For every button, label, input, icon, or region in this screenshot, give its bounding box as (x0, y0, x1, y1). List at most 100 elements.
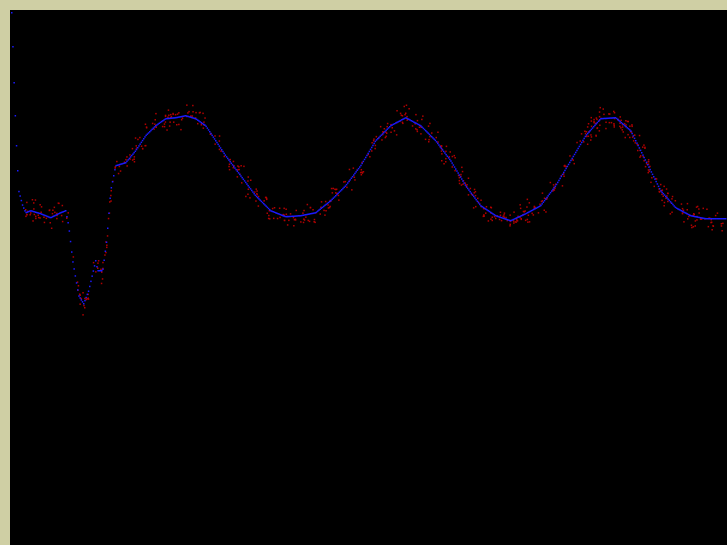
sample-point (236, 176, 239, 178)
sample-point (293, 225, 295, 227)
sample-point (503, 214, 505, 216)
sample-point (519, 204, 521, 206)
sample-point (313, 218, 316, 221)
sample-point (133, 158, 135, 160)
fit-point (649, 168, 651, 171)
fit-point (464, 184, 467, 186)
fit-point (541, 203, 543, 205)
fit-point (463, 182, 465, 184)
sample-point (620, 127, 622, 129)
sample-point (466, 184, 468, 186)
sample-point (164, 121, 167, 123)
fit-point (629, 129, 631, 131)
fit-point (477, 202, 480, 204)
sample-point (625, 120, 627, 122)
fit-point (347, 182, 349, 184)
fit-point (462, 180, 464, 182)
sample-point (503, 212, 506, 214)
fit-point (467, 187, 469, 190)
sample-point (283, 207, 285, 210)
sample-point (552, 190, 554, 192)
sample-point (167, 109, 170, 111)
sample-point (383, 128, 386, 130)
fit-point (75, 282, 78, 284)
sample-point (596, 118, 598, 121)
sample-point (180, 119, 183, 121)
sample-point (549, 181, 552, 184)
fit-point (128, 157, 131, 160)
sample-point (590, 139, 592, 141)
sample-point (273, 217, 275, 220)
sample-point (82, 292, 84, 294)
sample-point (595, 117, 598, 119)
sample-point (400, 114, 403, 116)
fit-point (68, 230, 71, 232)
sample-point (411, 125, 414, 127)
sample-point (585, 131, 588, 133)
sample-point (710, 221, 713, 223)
sample-point (663, 201, 666, 204)
sample-point (361, 171, 363, 173)
sample-point (629, 136, 631, 139)
sample-point (663, 185, 665, 188)
sample-point (526, 218, 529, 221)
sample-point (87, 298, 90, 300)
sample-point (240, 165, 242, 167)
sample-point (449, 151, 451, 153)
sample-point (352, 167, 355, 169)
sample-point (587, 123, 590, 125)
sample-point (249, 197, 251, 199)
fit-point (479, 203, 481, 206)
fit-point (363, 158, 366, 161)
sample-point (110, 200, 112, 202)
fit-point (109, 197, 111, 199)
sample-point (454, 157, 456, 159)
sample-point (286, 224, 289, 226)
sample-point (303, 209, 305, 212)
fit-point (349, 179, 351, 181)
sample-point (416, 119, 419, 122)
sample-point (469, 187, 472, 190)
sample-point (154, 123, 156, 125)
fit-point (249, 188, 252, 190)
fit-point (366, 154, 368, 157)
fit-point (369, 148, 372, 151)
sample-point (485, 206, 488, 208)
sample-point (680, 203, 683, 205)
fit-point (542, 201, 545, 203)
sample-point (176, 113, 179, 115)
sample-point (48, 209, 51, 211)
sample-point (186, 104, 188, 106)
sample-point (662, 195, 664, 197)
fit-point (565, 167, 567, 170)
fit-point (374, 140, 377, 143)
sample-point (346, 186, 348, 189)
sample-point (247, 188, 250, 190)
sample-point (490, 206, 492, 208)
fit-point (216, 141, 218, 144)
sample-point (428, 138, 430, 141)
fit-point (81, 301, 84, 303)
fit-point (361, 162, 363, 165)
sample-point (335, 188, 338, 190)
sample-point (164, 114, 167, 117)
fit-point (144, 136, 146, 138)
sample-point (320, 201, 323, 203)
sample-point (599, 106, 601, 109)
sample-point (480, 199, 482, 201)
sample-point (587, 135, 590, 137)
sample-point (178, 123, 180, 126)
sample-point (622, 131, 624, 133)
sample-point (140, 145, 143, 147)
fit-point (583, 137, 585, 140)
fit-point (661, 191, 663, 194)
sample-point (460, 184, 463, 186)
fit-point (451, 162, 453, 164)
fit-point (371, 146, 373, 149)
sample-point (473, 192, 475, 194)
sample-point (163, 123, 166, 125)
sample-point (605, 121, 607, 123)
sample-point (495, 217, 497, 220)
sample-point (663, 205, 665, 207)
fit-point (540, 204, 542, 207)
